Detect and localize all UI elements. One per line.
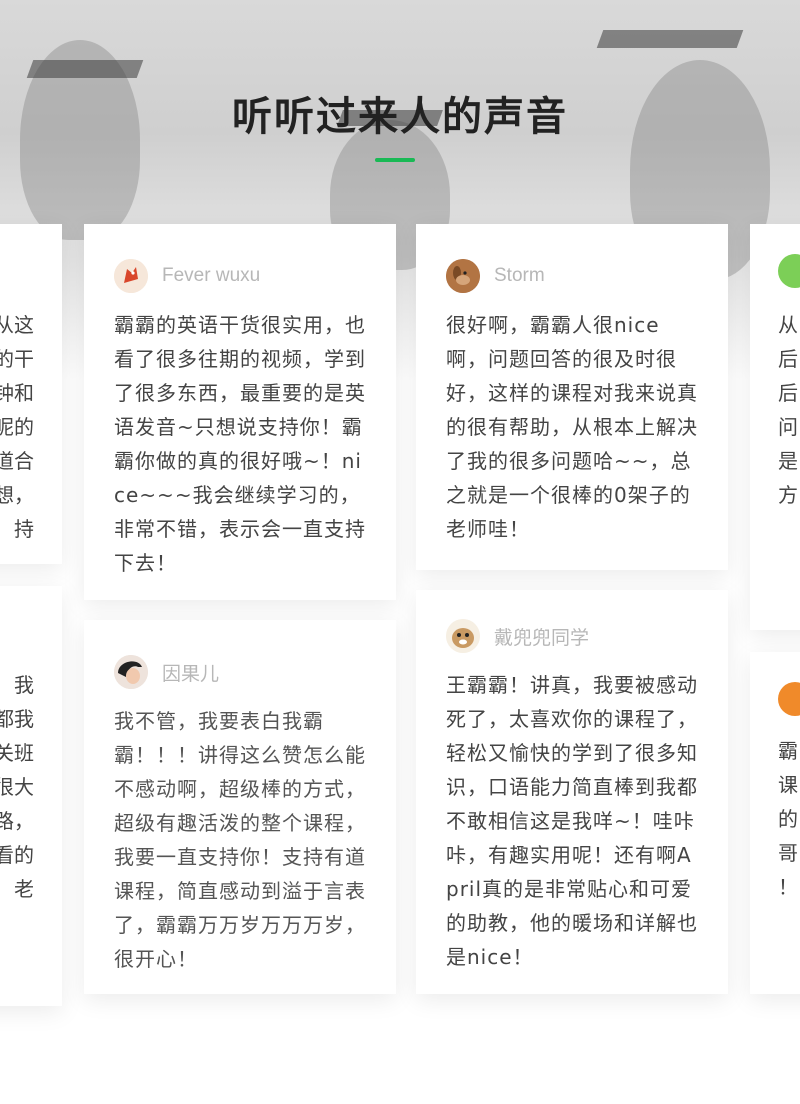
partial-line: 路， bbox=[0, 809, 34, 833]
dragon-avatar-icon bbox=[114, 259, 148, 293]
partial-line: 从这 bbox=[0, 313, 34, 337]
partial-line: 呢的 bbox=[0, 415, 34, 439]
cartoon-dog-avatar-icon bbox=[446, 619, 480, 653]
card-header: 因果儿 bbox=[114, 654, 366, 690]
testimonial-card-partial-left: 我 都我 关班 很大 路， 看的 老 bbox=[0, 586, 62, 1006]
testimonial-card: 因果儿 我不管，我要表白我霸霸！！！讲得这么赞怎么能不感动啊，超级棒的方式，超级… bbox=[84, 620, 396, 994]
partial-text: 霸 课 的 哥 ！ bbox=[778, 734, 798, 904]
partial-line: 问 bbox=[778, 415, 798, 439]
section-title: 听听过来人的声音 bbox=[232, 94, 568, 140]
partial-line: 持 bbox=[14, 517, 34, 541]
partial-line: 道合 bbox=[0, 449, 34, 473]
partial-line: 后 bbox=[778, 381, 798, 405]
partial-line: 霸 bbox=[778, 739, 798, 763]
title-underline bbox=[375, 158, 415, 162]
partial-line: 后 bbox=[778, 347, 798, 371]
partial-line: 想， bbox=[0, 483, 34, 507]
partial-line: ！ bbox=[778, 875, 798, 899]
partial-line: 课 bbox=[778, 773, 798, 797]
dog-avatar-icon bbox=[446, 259, 480, 293]
testimonial-text: 王霸霸！讲真，我要被感动死了，太喜欢你的课程了，轻松又愉快的学到了很多知识，口语… bbox=[446, 673, 698, 969]
partial-line: 的干 bbox=[0, 347, 34, 371]
testimonial-card: Fever wuxu 霸霸的英语干货很实用，也看了很多往期的视频，学到了很多东西… bbox=[84, 224, 396, 600]
partial-line: 是 bbox=[778, 449, 798, 473]
testimonial-text: 我不管，我要表白我霸霸！！！讲得这么赞怎么能不感动啊，超级棒的方式，超级有趣活泼… bbox=[114, 709, 366, 971]
user-name: Storm bbox=[494, 265, 545, 286]
card-header: 戴兜兜同学 bbox=[446, 618, 698, 654]
partial-line: 方 bbox=[778, 483, 798, 507]
testimonial-card: Storm 很好啊，霸霸人很nice啊，问题回答的很及时很好，这样的课程对我来说… bbox=[416, 224, 728, 570]
testimonial-text: 很好啊，霸霸人很nice啊，问题回答的很及时很好，这样的课程对我来说真的很有帮助… bbox=[446, 313, 698, 541]
partial-line: 钟和 bbox=[0, 381, 34, 405]
partial-line: 看的 bbox=[0, 843, 34, 867]
card-header: Fever wuxu bbox=[114, 258, 366, 294]
testimonial-card-partial-right: 从 后 后 问 是 方 bbox=[750, 224, 800, 630]
partial-line: 很大 bbox=[0, 775, 34, 799]
person-avatar-icon bbox=[114, 655, 148, 689]
user-name: 因果儿 bbox=[162, 663, 220, 685]
partial-line: 哥 bbox=[778, 841, 798, 865]
partial-line: 从 bbox=[778, 313, 798, 337]
partial-text: 从这 的干 钟和 呢的 道合 想， 持 bbox=[0, 308, 34, 546]
card-header: Storm bbox=[446, 258, 698, 294]
testimonial-card-partial-right: 霸 课 的 哥 ！ bbox=[750, 652, 800, 994]
partial-line: 都我 bbox=[0, 707, 34, 731]
user-name: Fever wuxu bbox=[162, 265, 261, 286]
partial-avatar-icon bbox=[778, 682, 800, 716]
graduation-cap bbox=[596, 30, 744, 48]
testimonial-card-partial-left: 从这 的干 钟和 呢的 道合 想， 持 bbox=[0, 224, 62, 564]
partial-line: 的 bbox=[778, 807, 798, 831]
partial-line: 老 bbox=[14, 877, 34, 901]
partial-avatar-icon bbox=[778, 254, 800, 288]
partial-text: 从 后 后 问 是 方 bbox=[778, 308, 798, 512]
partial-line: 我 bbox=[14, 673, 34, 697]
graduation-cap bbox=[26, 60, 144, 78]
partial-line: 关班 bbox=[0, 741, 34, 765]
partial-text: 我 都我 关班 很大 路， 看的 老 bbox=[0, 668, 34, 906]
user-name: 戴兜兜同学 bbox=[494, 627, 590, 649]
testimonial-text: 霸霸的英语干货很实用，也看了很多往期的视频，学到了很多东西，最重要的是英语发音~… bbox=[114, 313, 366, 575]
testimonial-card: 戴兜兜同学 王霸霸！讲真，我要被感动死了，太喜欢你的课程了，轻松又愉快的学到了很… bbox=[416, 590, 728, 994]
